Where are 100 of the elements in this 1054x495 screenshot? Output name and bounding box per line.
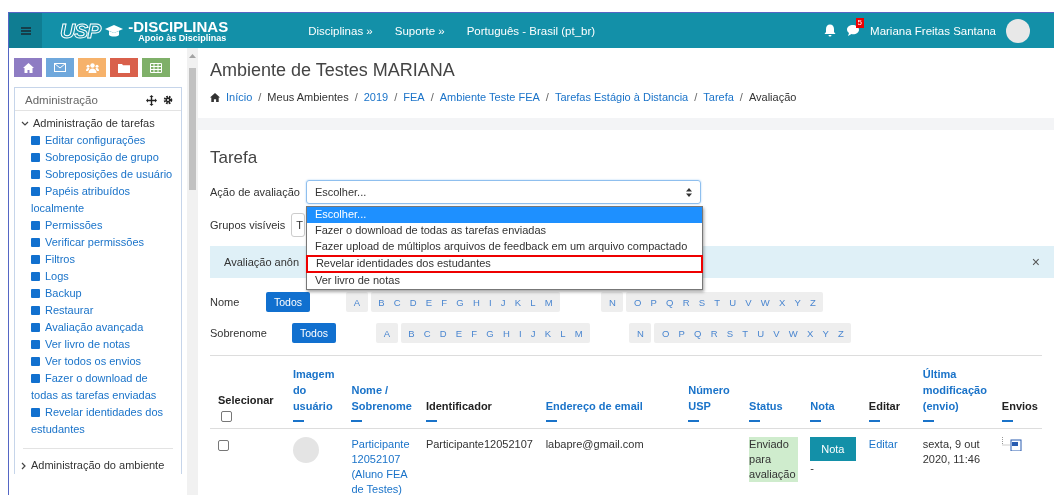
letter-filter[interactable]: T xyxy=(709,292,725,312)
tree-node[interactable]: Administração do ambiente xyxy=(31,457,165,474)
all-filter-button[interactable]: Todos xyxy=(266,292,311,312)
sidebar-link[interactable]: Permissões xyxy=(31,217,175,234)
user-name[interactable]: Mariana Freitas Santana xyxy=(870,24,996,37)
dropdown-option[interactable]: Revelar identidades dos estudantes xyxy=(305,255,703,273)
letter-filter[interactable]: U xyxy=(752,323,769,343)
letter-filter[interactable]: H xyxy=(498,323,515,343)
letter-filter[interactable]: I xyxy=(514,323,527,343)
letter-filter[interactable]: J xyxy=(496,292,511,312)
letter-filter[interactable]: D xyxy=(435,323,452,343)
letter-filter[interactable]: O xyxy=(629,292,646,312)
letter-filter[interactable]: E xyxy=(421,292,437,312)
checkbox[interactable] xyxy=(218,440,229,451)
bell-icon[interactable] xyxy=(824,24,837,37)
letter-filter[interactable]: P xyxy=(673,323,690,343)
letter-filter[interactable]: T xyxy=(737,323,753,343)
sidebar-link[interactable]: Sobreposição de grupo xyxy=(31,149,175,166)
letter-filter[interactable]: C xyxy=(389,292,406,312)
dropdown-option[interactable]: Fazer o download de todas as tarefas enviadas xyxy=(306,223,702,239)
quick-link-button[interactable] xyxy=(142,58,170,77)
letter-filter[interactable]: X xyxy=(802,323,818,343)
checkbox[interactable] xyxy=(221,411,232,422)
letter-filter[interactable]: H xyxy=(468,292,485,312)
nav-link[interactable]: Português - Brasil (pt_br) xyxy=(466,24,596,37)
letter-filter[interactable]: I xyxy=(484,292,497,312)
letter-filter[interactable]: Q xyxy=(689,323,707,343)
menu-button[interactable] xyxy=(9,13,42,48)
settings-icon[interactable] xyxy=(163,95,173,105)
edit-link[interactable]: Editar xyxy=(868,437,911,452)
letter-filter[interactable]: U xyxy=(724,292,741,312)
participant-link[interactable]: Participante 12052107 (Aluno FEA de Testes) xyxy=(351,437,414,495)
column-header[interactable]: Status xyxy=(749,398,799,414)
letter-filter[interactable]: W xyxy=(756,292,775,312)
sidebar-link[interactable]: Editar configurações xyxy=(31,132,175,149)
column-header[interactable]: Imagem do usuário xyxy=(292,366,340,414)
sidebar-link[interactable]: Ver livro de notas xyxy=(31,336,175,353)
sidebar-link[interactable]: Restaurar xyxy=(31,302,175,319)
sidebar-link[interactable]: Filtros xyxy=(31,251,175,268)
letter-filter[interactable]: Y xyxy=(789,292,806,312)
letter-filter[interactable]: M xyxy=(540,292,558,312)
letter-filter[interactable]: Y xyxy=(817,323,834,343)
file-icon[interactable] xyxy=(1001,437,1022,451)
letter-filter[interactable]: B xyxy=(373,292,390,312)
groups-select[interactable]: T xyxy=(291,213,306,237)
letter-filter[interactable]: F xyxy=(466,323,482,343)
breadcrumb-link[interactable]: Tarefas Estágio à Distancia xyxy=(554,91,689,103)
tree-node[interactable]: Administração de tarefas xyxy=(33,115,155,132)
letter-filter[interactable]: F xyxy=(436,292,452,312)
letter-filter[interactable]: B xyxy=(403,323,420,343)
letter-filter[interactable]: N xyxy=(604,292,621,312)
column-header[interactable]: Número USP xyxy=(688,382,738,414)
column-header[interactable]: Nota xyxy=(810,398,857,414)
letter-filter[interactable]: L xyxy=(525,292,541,312)
sidebar-link[interactable]: Fazer o download de todas as tarefas enviadas xyxy=(31,370,175,404)
breadcrumb-link[interactable]: Início xyxy=(226,91,253,103)
user-avatar[interactable] xyxy=(1006,18,1030,43)
sidebar-link[interactable]: Verificar permissões xyxy=(31,234,175,251)
scrollbar-thumb[interactable] xyxy=(189,68,196,190)
letter-filter[interactable]: R xyxy=(678,292,695,312)
dropdown-option[interactable]: Escolher... xyxy=(306,207,702,223)
dropdown-option[interactable]: Ver livro de notas xyxy=(306,273,702,289)
breadcrumb-link[interactable]: FEA xyxy=(403,91,425,103)
letter-filter[interactable]: O xyxy=(657,323,674,343)
letter-filter[interactable]: V xyxy=(740,292,757,312)
move-icon[interactable] xyxy=(146,94,157,106)
breadcrumb-link[interactable]: Tarefa xyxy=(703,91,734,103)
letter-filter[interactable]: A xyxy=(349,292,365,312)
sidebar-link[interactable]: Ver todos os envios xyxy=(31,353,175,370)
chevron-right-icon[interactable] xyxy=(21,461,27,470)
quick-link-button[interactable] xyxy=(14,58,42,77)
letter-filter[interactable]: E xyxy=(451,323,467,343)
letter-filter[interactable]: D xyxy=(405,292,422,312)
letter-filter[interactable]: G xyxy=(481,323,499,343)
letter-filter[interactable]: Z xyxy=(805,292,821,312)
letter-filter[interactable]: L xyxy=(555,323,571,343)
quick-link-button[interactable] xyxy=(46,58,74,77)
letter-filter[interactable]: V xyxy=(768,323,785,343)
column-header[interactable]: Endereço de email xyxy=(545,398,677,414)
sidebar-link[interactable]: Avaliação avançada xyxy=(31,319,175,336)
breadcrumb-link[interactable]: 2019 xyxy=(363,91,389,103)
letter-filter[interactable]: W xyxy=(784,323,803,343)
nav-link[interactable]: Suporte » xyxy=(394,24,445,37)
sidebar-link[interactable]: Sobreposições de usuário xyxy=(31,166,175,183)
column-header[interactable]: Última modificação (envio) xyxy=(922,366,990,414)
chevron-down-icon[interactable] xyxy=(21,120,29,127)
letter-filter[interactable]: J xyxy=(526,323,541,343)
letter-filter[interactable]: X xyxy=(774,292,790,312)
letter-filter[interactable]: Z xyxy=(833,323,849,343)
letter-filter[interactable]: S xyxy=(722,323,738,343)
all-filter-button[interactable]: Todos xyxy=(292,323,337,343)
letter-filter[interactable]: P xyxy=(645,292,662,312)
nav-link[interactable]: Disciplinas » xyxy=(308,24,373,37)
column-header[interactable]: Nome / Sobrenome xyxy=(351,382,414,414)
letter-filter[interactable]: Q xyxy=(661,292,679,312)
breadcrumb-link[interactable]: Ambiente Teste FEA xyxy=(439,91,540,103)
grade-button[interactable]: Nota xyxy=(810,437,856,461)
letter-filter[interactable]: A xyxy=(379,323,395,343)
letter-filter[interactable]: N xyxy=(632,323,649,343)
quick-link-button[interactable] xyxy=(110,58,138,77)
